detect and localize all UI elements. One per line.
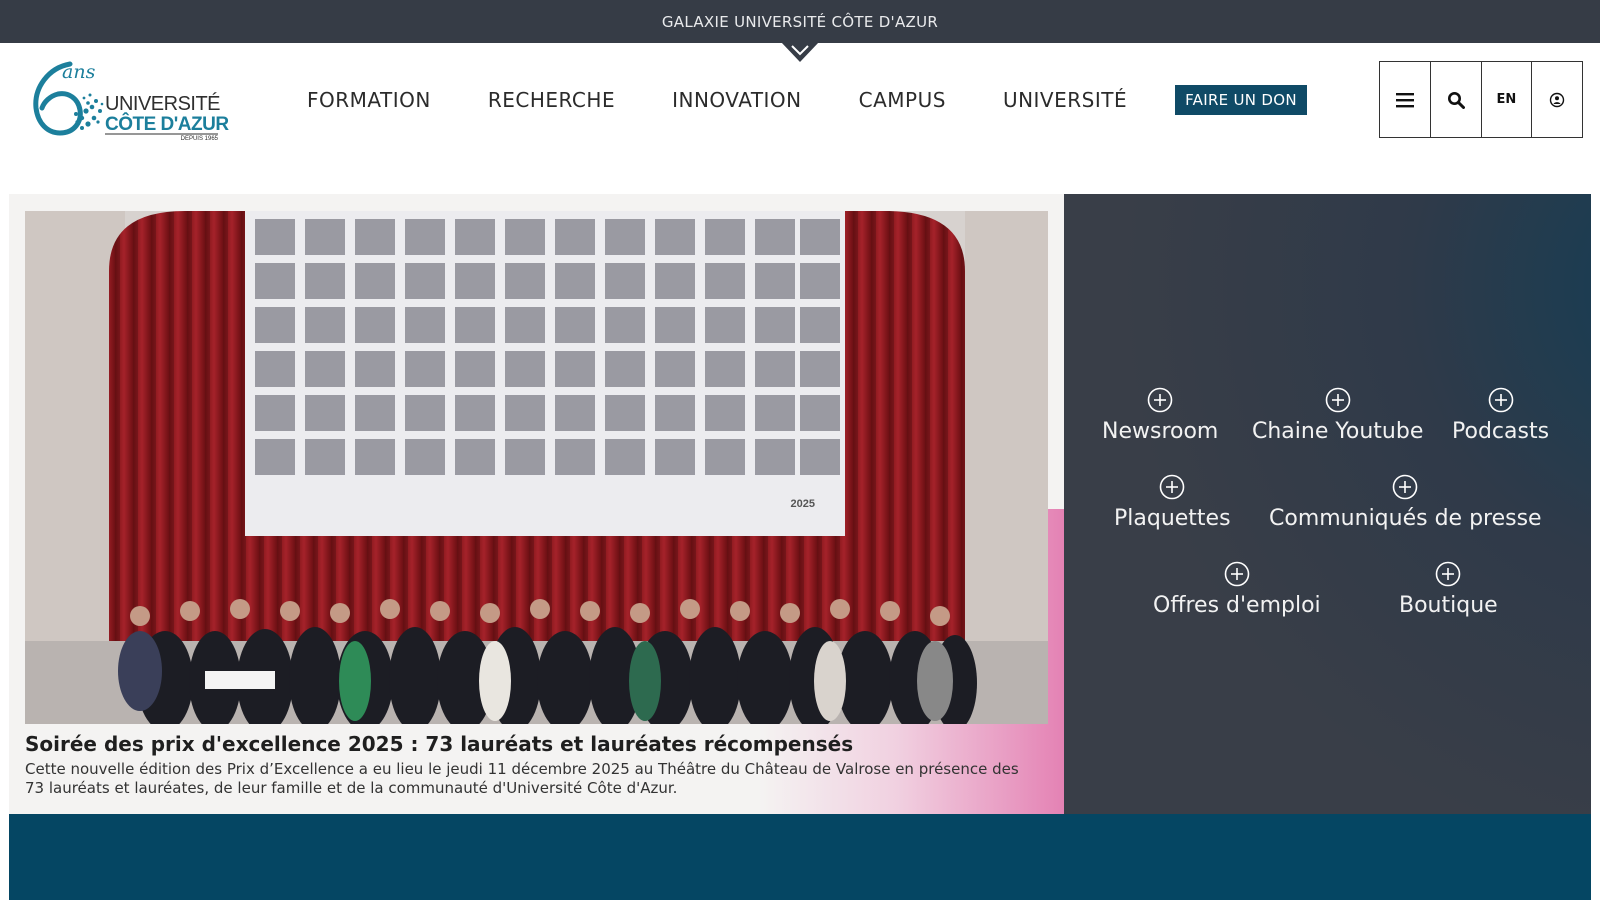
quick-link-boutique[interactable]: Boutique [1399,561,1498,618]
plus-circle-icon [1159,474,1185,500]
language-label: EN [1496,92,1517,107]
logo-ans-text: ans [62,61,96,83]
main-nav: FORMATION RECHERCHE INNOVATION CAMPUS UN… [307,84,1183,116]
hamburger-icon [1395,92,1414,107]
featured-image[interactable]: 2025 [25,211,1048,724]
galaxy-bar[interactable]: GALAXIE UNIVERSITÉ CÔTE D'AZUR [0,0,1600,43]
quick-link-plaquettes[interactable]: Plaquettes [1114,474,1231,531]
search-icon [1447,91,1465,109]
quick-link-offres-emploi[interactable]: Offres d'emploi [1153,561,1321,618]
quick-link-youtube[interactable]: Chaine Youtube [1252,387,1423,444]
featured-article-title[interactable]: Soirée des prix d'excellence 2025 : 73 l… [25,732,853,756]
quick-links-panel: Newsroom Chaine Youtube Podcasts Plaquet… [1064,194,1591,814]
chevron-down-icon[interactable] [781,42,819,64]
account-button[interactable] [1532,62,1582,137]
nav-recherche[interactable]: RECHERCHE [488,88,615,112]
nav-universite[interactable]: UNIVERSITÉ [1003,88,1127,112]
nav-innovation[interactable]: INNOVATION [672,88,802,112]
menu-button[interactable] [1380,62,1431,137]
nav-campus[interactable]: CAMPUS [859,88,946,112]
quick-link-newsroom[interactable]: Newsroom [1102,387,1218,444]
site-logo[interactable]: ans UNIVERSITÉ CÔTE D'AZUR DEPUIS 1965 [30,58,230,142]
plus-circle-icon [1436,561,1461,587]
plus-circle-icon [1325,387,1350,413]
bottom-section-band [9,814,1591,900]
plus-circle-icon [1224,561,1250,587]
ceremony-photo: 2025 [25,211,1048,724]
featured-article-summary: Cette nouvelle édition des Prix d’Excell… [25,760,1019,797]
header-toolbar: EN [1379,61,1583,138]
plus-circle-icon [1488,387,1513,413]
svg-text:CÔTE D'AZUR: CÔTE D'AZUR [105,113,229,135]
search-button[interactable] [1431,62,1482,137]
donate-button[interactable]: FAIRE UN DON [1175,85,1307,115]
plus-circle-icon [1147,387,1173,413]
quick-link-podcasts[interactable]: Podcasts [1452,387,1549,444]
quick-link-communiques[interactable]: Communiqués de presse [1269,474,1542,531]
svg-text:DEPUIS 1965: DEPUIS 1965 [181,136,219,142]
language-button[interactable]: EN [1482,62,1533,137]
featured-article[interactable]: 2025 Soirée des prix d'excellence 2025:… [9,194,1064,814]
nav-formation[interactable]: FORMATION [307,88,431,112]
user-circle-icon [1549,92,1565,107]
plus-circle-icon [1392,474,1418,500]
galaxy-bar-label: GALAXIE UNIVERSITÉ CÔTE D'AZUR [661,12,939,31]
university-logo-mark: ans UNIVERSITÉ CÔTE D'AZUR DEPUIS 1965 [33,61,230,142]
svg-text:UNIVERSITÉ: UNIVERSITÉ [105,92,220,115]
svg-text:2025: 2025 [791,498,815,510]
